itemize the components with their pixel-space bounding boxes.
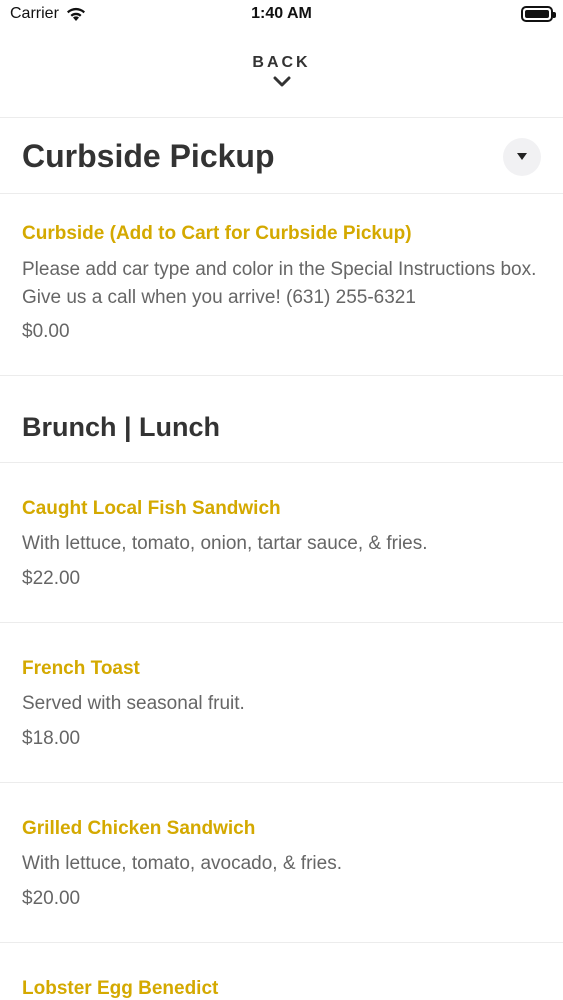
caret-down-icon — [517, 153, 527, 160]
back-button[interactable]: BACK — [0, 30, 563, 118]
item-name: French Toast — [22, 658, 140, 679]
item-price: $18.00 — [22, 728, 81, 749]
item-price: $22.00 — [22, 568, 81, 589]
menu-item[interactable]: Grilled Chicken Sandwich With lettuce, t… — [0, 783, 563, 943]
section-header-brunch: Brunch | Lunch — [0, 376, 563, 463]
item-name: Grilled Chicken Sandwich — [22, 818, 256, 839]
status-bar: Carrier 1:40 AM — [0, 0, 563, 30]
item-name: Curbside (Add to Cart for Curbside Picku… — [22, 223, 412, 244]
item-description: Served with seasonal fruit. — [22, 693, 245, 714]
section-title: Curbside Pickup — [22, 138, 275, 174]
clock: 1:40 AM — [251, 5, 312, 22]
section-title: Brunch | Lunch — [22, 412, 221, 442]
battery-icon — [521, 6, 556, 22]
section-header-curbside: Curbside Pickup — [0, 118, 563, 194]
item-price: $20.00 — [22, 888, 81, 909]
item-price: $0.00 — [22, 321, 70, 342]
section-dropdown-button[interactable] — [503, 138, 541, 176]
menu-item[interactable]: Curbside (Add to Cart for Curbside Picku… — [0, 195, 563, 376]
item-description: With lettuce, tomato, onion, tartar sauc… — [22, 533, 428, 554]
item-name: Lobster Egg Benedict — [22, 978, 219, 999]
menu-item[interactable]: Caught Local Fish Sandwich With lettuce,… — [0, 463, 563, 623]
chevron-down-icon — [273, 76, 290, 87]
back-label: BACK — [252, 54, 311, 71]
item-description: Please add car type and color in the Spe… — [22, 259, 537, 308]
menu-item[interactable]: French Toast Served with seasonal fruit.… — [0, 623, 563, 783]
item-description: With lettuce, tomato, avocado, & fries. — [22, 853, 342, 874]
menu-item[interactable]: Lobster Egg Benedict — [0, 943, 563, 1000]
item-name: Caught Local Fish Sandwich — [22, 498, 281, 519]
